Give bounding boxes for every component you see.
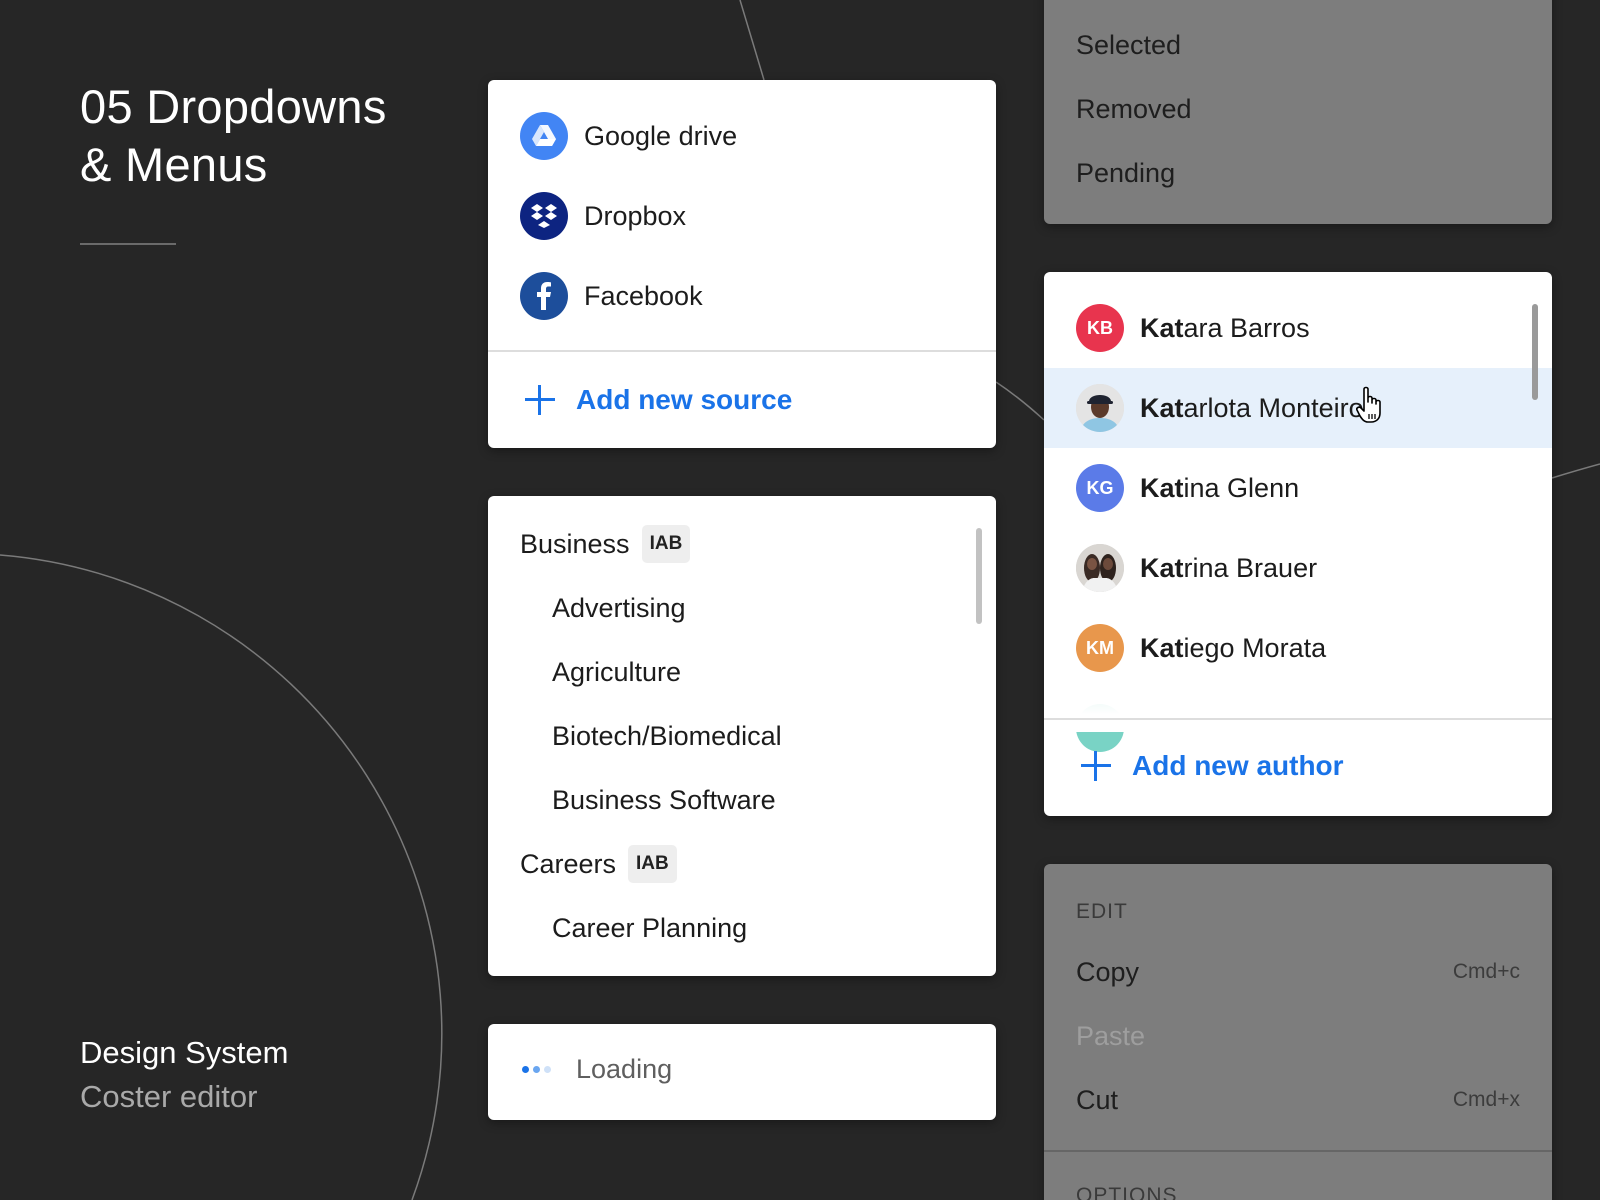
source-item-facebook[interactable]: Facebook — [520, 272, 703, 320]
menu-item-label: Copy — [1076, 956, 1140, 987]
source-dropdown: Google drive Dropbox Facebook Add new so… — [488, 80, 996, 448]
category-label: Business — [520, 528, 630, 559]
author-name-rest: ina Glenn — [1183, 472, 1300, 503]
menu-item-cut[interactable]: Cut Cmd+x — [1076, 1080, 1520, 1120]
author-name: Katara Barros — [1140, 313, 1310, 344]
iab-badge: IAB — [628, 845, 677, 883]
menu-item-label: Paste — [1076, 1020, 1146, 1051]
list-fade — [1044, 672, 1552, 732]
source-item-google-drive[interactable]: Google drive — [520, 112, 737, 160]
page-title: 05 Dropdowns & Menus — [80, 78, 387, 194]
category-dropdown: Business IAB Advertising Agriculture Bio… — [488, 496, 996, 976]
person-photo-icon — [1076, 384, 1124, 432]
loading-dot — [544, 1066, 551, 1073]
footer-subtitle: Coster editor — [80, 1079, 258, 1114]
status-item-selected[interactable]: Selected — [1076, 30, 1181, 61]
author-item[interactable]: KG Katina Glenn — [1044, 448, 1552, 528]
menu-section-heading: OPTIONS — [1076, 1184, 1178, 1200]
status-item-removed[interactable]: Removed — [1076, 94, 1192, 125]
author-name-match: Kat — [1140, 632, 1184, 663]
category-label: Biotech/Biomedical — [552, 720, 782, 751]
page-title-line-1: 05 Dropdowns — [80, 80, 387, 133]
author-item-hovered[interactable]: Katarlota Monteiro — [1044, 368, 1552, 448]
hand-cursor-icon — [1356, 386, 1381, 423]
author-name-match: Kat — [1140, 392, 1184, 423]
author-dropdown: KB Katara Barros Katarlota Monteiro KG K… — [1044, 272, 1552, 816]
category-label: Business Software — [552, 784, 776, 815]
avatar: KG — [1076, 464, 1124, 512]
loading-spinner — [522, 1066, 551, 1073]
footer-title: Design System — [80, 1035, 289, 1070]
loading-dropdown: Loading — [488, 1024, 996, 1120]
dropbox-icon — [520, 192, 568, 240]
google-drive-icon — [520, 112, 568, 160]
title-divider — [80, 243, 176, 245]
menu-item-shortcut: Cmd+x — [1452, 1088, 1520, 1111]
plus-icon — [1080, 750, 1112, 782]
menu-divider — [1044, 1150, 1552, 1152]
avatar: KB — [1076, 304, 1124, 352]
author-name-rest: ara Barros — [1183, 312, 1310, 343]
author-name: Katarlota Monteiro — [1140, 393, 1364, 424]
avatar — [1076, 544, 1124, 592]
category-item-agriculture[interactable]: Agriculture — [552, 652, 681, 692]
add-new-author-button[interactable]: Add new author — [1080, 750, 1344, 782]
menu-item-paste: Paste — [1076, 1016, 1520, 1056]
plus-icon — [524, 384, 556, 416]
people-photo-icon — [1076, 544, 1124, 592]
status-item-pending[interactable]: Pending — [1076, 158, 1175, 189]
loading-dot — [533, 1066, 540, 1073]
category-scrollbar[interactable] — [976, 528, 982, 624]
author-item[interactable]: KB Katara Barros — [1044, 288, 1552, 368]
author-item[interactable]: Katrina Brauer — [1044, 528, 1552, 608]
menu-item-copy[interactable]: Copy Cmd+c — [1076, 952, 1520, 992]
page-title-line-2: & Menus — [80, 138, 268, 191]
author-name: Katrina Brauer — [1140, 553, 1317, 584]
author-name-rest: arlota Monteiro — [1183, 392, 1364, 423]
author-name-match: Kat — [1140, 552, 1184, 583]
category-label: Careers — [520, 848, 617, 879]
author-divider — [1044, 718, 1552, 720]
menu-item-shortcut: Cmd+c — [1452, 960, 1520, 983]
category-label: Agriculture — [552, 656, 682, 687]
source-item-dropbox[interactable]: Dropbox — [520, 192, 686, 240]
author-name: Katina Glenn — [1140, 473, 1299, 504]
category-group-business[interactable]: Business IAB — [520, 524, 691, 564]
add-new-author-label: Add new author — [1132, 750, 1344, 781]
category-item-biotech[interactable]: Biotech/Biomedical — [552, 716, 782, 756]
author-name: Katiego Morata — [1140, 633, 1326, 664]
iab-badge: IAB — [641, 525, 691, 563]
author-scrollbar[interactable] — [1532, 304, 1538, 400]
author-name-match: Kat — [1140, 472, 1184, 503]
avatar: KM — [1076, 624, 1124, 672]
avatar — [1076, 384, 1124, 432]
category-label: Advertising — [552, 592, 686, 623]
add-new-source-label: Add new source — [576, 384, 793, 415]
category-label: Career Planning — [552, 912, 748, 943]
add-new-source-button[interactable]: Add new source — [524, 384, 792, 416]
menu-section-heading: EDIT — [1076, 900, 1128, 923]
loading-dot — [522, 1066, 529, 1073]
edit-menu: EDIT Copy Cmd+c Paste Cut Cmd+x OPTIONS — [1044, 864, 1552, 1200]
source-divider — [488, 350, 996, 352]
author-name-rest: rina Brauer — [1183, 552, 1318, 583]
facebook-icon — [520, 272, 568, 320]
loading-label: Loading — [576, 1054, 673, 1084]
source-label: Facebook — [584, 280, 703, 311]
menu-item-label: Cut — [1076, 1084, 1119, 1115]
category-item-advertising[interactable]: Advertising — [552, 588, 686, 628]
source-label: Google drive — [584, 120, 738, 151]
author-name-match: Kat — [1140, 312, 1184, 343]
category-item-business-software[interactable]: Business Software — [552, 780, 776, 820]
source-label: Dropbox — [584, 200, 687, 231]
status-menu: Selected Removed Pending — [1044, 0, 1552, 224]
category-item-career-planning[interactable]: Career Planning — [552, 908, 747, 948]
author-name-rest: iego Morata — [1183, 632, 1327, 663]
category-group-careers[interactable]: Careers IAB — [520, 844, 677, 884]
